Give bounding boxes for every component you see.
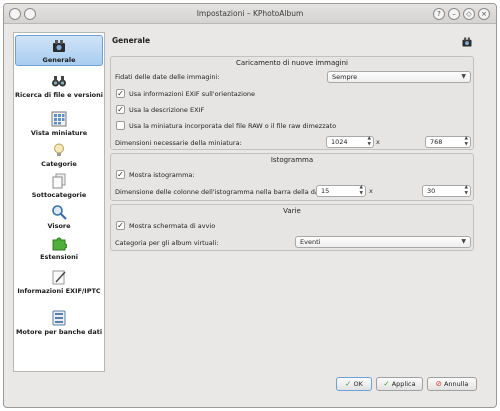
apply-button[interactable]: ✓ Applica (376, 377, 423, 391)
title-bar: Impostazioni – KPhotoAlbum ? – ◇ × (4, 4, 496, 24)
puzzle-icon (52, 237, 67, 251)
sidebar-item-vista-miniature[interactable]: Vista miniature (15, 111, 103, 139)
ok-button[interactable]: ✓ OK (336, 377, 372, 391)
sidebar-item-generale[interactable]: Generale (15, 35, 103, 66)
times-sign: x (369, 187, 373, 195)
ok-label: OK (353, 380, 363, 388)
album-category-label: Categoria per gli album virtuali: (115, 239, 219, 247)
close-button[interactable]: × (478, 8, 490, 20)
sidebar-item-exif-iptc[interactable]: Informazioni EXIF/IPTC (15, 269, 103, 305)
apply-label: Applica (391, 380, 416, 388)
cancel-button[interactable]: ⊘ Annulla (427, 377, 477, 391)
sidebar-item-label: Informazioni EXIF/IPTC (17, 287, 101, 295)
histogram-height-value: 30 (427, 187, 436, 195)
page-title: Generale (112, 36, 151, 45)
sidebar-item-label: Visore (47, 222, 71, 230)
group-title: Varie (283, 207, 301, 215)
spin-arrows-icon[interactable]: ▲ ▼ (360, 185, 363, 196)
sidebar-item-label: Motore per banche dati (15, 328, 103, 336)
times-sign: x (376, 138, 380, 146)
binoculars-icon (52, 76, 66, 87)
lightbulb-icon (54, 143, 64, 156)
sidebar-item-label: Sottocategorie (31, 191, 87, 199)
histogram-height-spinbox[interactable]: 30 ▲ ▼ (422, 185, 471, 197)
checkmark-icon: ✓ (383, 379, 390, 388)
cancel-icon: ⊘ (435, 379, 442, 388)
loading-group: Caricamento di nuove immagini Fidati del… (110, 56, 474, 150)
spin-arrows-icon[interactable]: ▲ ▼ (368, 136, 371, 147)
album-category-value: Eventi (300, 238, 321, 246)
sidebar-item-visore[interactable]: Visore (15, 204, 103, 232)
sidebar-item-ricerca[interactable]: Ricerca di file e versioni (15, 73, 103, 107)
trust-dates-value: Sempre (332, 73, 358, 81)
maximize-button[interactable]: ◇ (463, 8, 475, 20)
minimize-button[interactable]: – (448, 8, 460, 20)
binoculars-camera-icon (462, 37, 472, 47)
thumb-width-value: 1024 (331, 138, 348, 146)
help-button[interactable]: ? (433, 8, 445, 20)
trust-dates-select[interactable]: Sempre ▼ (327, 71, 471, 83)
sidebar-item-sottocategorie[interactable]: Sottocategorie (15, 173, 103, 201)
sidebar-item-label: Vista miniature (30, 129, 88, 137)
histogram-size-label: Dimensione delle colonne dell'istogramma… (115, 188, 328, 196)
exif-description-label: Usa la descrizione EXIF (129, 106, 205, 114)
pages-icon (52, 173, 66, 189)
settings-sidebar: Generale Ricerca di file e versioni Vist… (13, 32, 105, 372)
splash-screen-checkbox[interactable]: ✓ (116, 221, 125, 230)
binoculars-camera-icon (53, 40, 65, 52)
raw-thumbnail-checkbox[interactable] (116, 121, 125, 130)
exif-orientation-checkbox[interactable]: ✓ (116, 89, 125, 98)
histogram-width-value: 15 (321, 187, 330, 195)
thumb-height-value: 768 (430, 138, 443, 146)
show-histogram-checkbox[interactable]: ✓ (116, 170, 125, 179)
spin-arrows-icon[interactable]: ▲ ▼ (465, 136, 468, 147)
trust-dates-label: Fidati delle date delle immagini: (115, 73, 220, 81)
album-category-select[interactable]: Eventi ▼ (295, 236, 471, 248)
sidebar-item-label: Categorie (41, 160, 77, 168)
thumbnail-grid-icon (51, 111, 67, 127)
pen-paper-icon (52, 270, 66, 285)
sidebar-item-label: Ricerca di file e versioni (15, 91, 104, 99)
thumb-width-spinbox[interactable]: 1024 ▲ ▼ (326, 136, 374, 148)
chevron-down-icon: ▼ (461, 238, 466, 245)
cancel-label: Annulla (443, 380, 469, 388)
misc-group: Varie ✓ Mostra schermata di avvio Catego… (110, 204, 474, 251)
sidebar-item-categorie[interactable]: Categorie (15, 142, 103, 170)
show-histogram-label: Mostra istogramma: (129, 171, 195, 179)
sidebar-item-estensioni[interactable]: Estensioni (15, 235, 103, 263)
sidebar-item-database[interactable]: Motore per banche dati (15, 310, 103, 346)
sidebar-item-label: Estensioni (40, 253, 78, 261)
exif-orientation-label: Usa informazioni EXIF sull'orientazione (129, 90, 256, 98)
histogram-group: Istogramma ✓ Mostra istogramma: Dimensio… (110, 153, 474, 201)
window-title: Impostazioni – KPhotoAlbum (196, 9, 304, 18)
checkmark-icon: ✓ (345, 379, 352, 388)
sidebar-item-label: Generale (42, 56, 76, 64)
thumb-height-spinbox[interactable]: 768 ▲ ▼ (425, 136, 471, 148)
group-title: Caricamento di nuove immagini (235, 59, 349, 67)
thumb-size-label: Dimensioni necessarie della miniatura: (115, 139, 242, 147)
group-title: Istogramma (270, 156, 314, 164)
chevron-down-icon: ▼ (461, 73, 466, 80)
spin-arrows-icon[interactable]: ▲ ▼ (465, 185, 468, 196)
database-icon (52, 310, 66, 326)
splash-screen-label: Mostra schermata di avvio (129, 222, 216, 230)
magnifier-icon (52, 205, 67, 220)
exif-description-checkbox[interactable]: ✓ (116, 105, 125, 114)
raw-thumbnail-label: Usa la miniatura incorporata del file RA… (129, 122, 337, 130)
histogram-width-spinbox[interactable]: 15 ▲ ▼ (316, 185, 366, 197)
